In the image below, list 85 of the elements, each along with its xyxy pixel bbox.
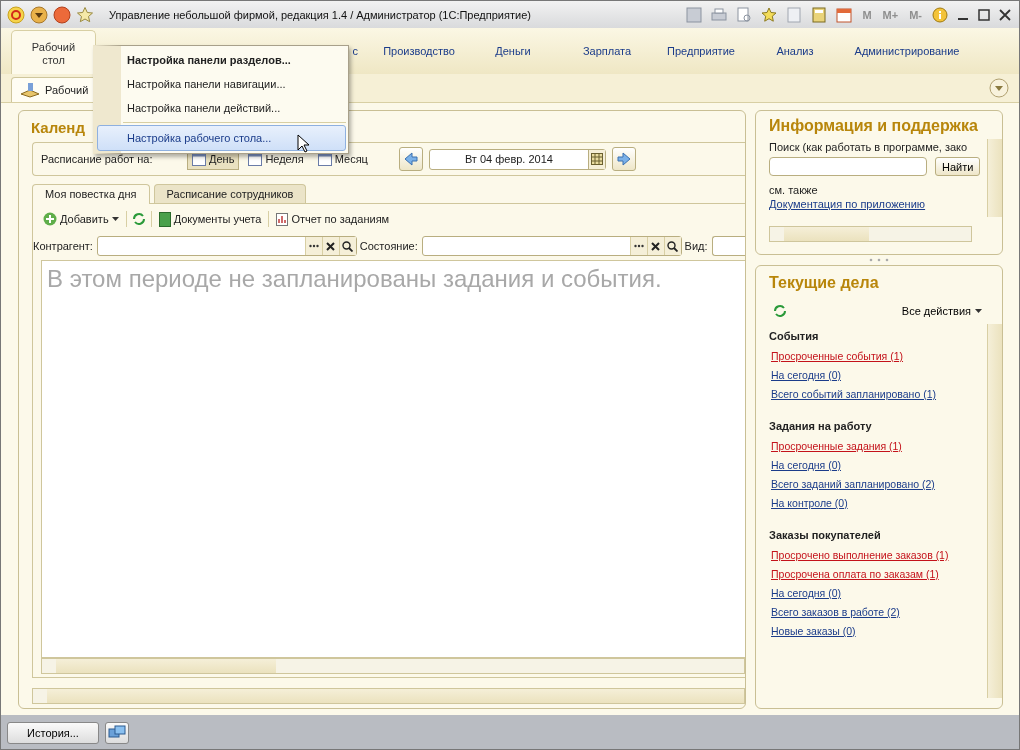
filter-field[interactable]: [421, 236, 682, 256]
app-logo-icon[interactable]: [7, 5, 25, 24]
panel-title: Текущие дела: [768, 273, 880, 293]
document-icon: [158, 211, 171, 227]
window-title: Управление небольшой фирмой, редакция 1.4 / Администратор (1С:Предприятие): [109, 8, 531, 21]
section-tab[interactable]: Рабочий стол: [11, 30, 96, 76]
panel-title: Информация и поддержка: [768, 116, 979, 136]
panel-title: Календ: [30, 118, 86, 138]
empty-message: В этом периоде не запланированы задания и события.: [46, 264, 663, 294]
task-link[interactable]: На сегодня (0): [769, 456, 987, 475]
see-also-label: см. также: [769, 183, 819, 198]
section-tab[interactable]: Деньги: [466, 28, 560, 74]
documentation-link[interactable]: Документация по приложению: [769, 198, 987, 211]
horizontal-scrollbar[interactable]: [769, 226, 972, 242]
add-button[interactable]: Добавить: [41, 212, 121, 226]
print-icon[interactable]: [709, 6, 730, 23]
documents-button[interactable]: Документы учета: [156, 211, 264, 227]
section-tab[interactable]: Анализ: [748, 28, 842, 74]
group-heading: Задания на работу: [769, 419, 873, 434]
task-link[interactable]: Всего заданий запланировано (2): [769, 475, 987, 494]
info-icon[interactable]: [930, 6, 950, 23]
calendar-picker-icon[interactable]: [587, 149, 605, 169]
task-link[interactable]: На контроле (0): [769, 494, 987, 513]
agenda-tab[interactable]: Расписание сотрудников: [153, 184, 307, 203]
section-tab[interactable]: Администрирование: [842, 28, 972, 74]
vertical-scrollbar[interactable]: [987, 139, 1002, 217]
close-icon[interactable]: [997, 8, 1013, 21]
plus-icon: [43, 212, 57, 226]
filter-field[interactable]: [711, 236, 745, 256]
group-heading: Заказы покупателей: [769, 528, 882, 543]
menu-item[interactable]: Настройка рабочего стола...: [97, 125, 346, 151]
left-arrow-icon: [403, 152, 418, 166]
report-button[interactable]: Отчет по заданиям: [274, 212, 392, 226]
menu-item[interactable]: Настройка панели навигации...: [123, 72, 346, 96]
section-tab[interactable]: Зарплата: [560, 28, 654, 74]
ellipsis-icon[interactable]: [629, 237, 647, 255]
search-field[interactable]: [769, 157, 927, 176]
search-label: Поиск (как работать в программе, зако: [769, 140, 969, 155]
task-link[interactable]: Новые заказы (0): [769, 622, 987, 641]
task-link[interactable]: Просрочено выполнение заказов (1): [769, 546, 987, 565]
caret-icon: [111, 217, 119, 221]
menu-item[interactable]: Настройка панели действий...: [123, 96, 346, 120]
monitors-icon: [108, 725, 126, 741]
close-circle-icon[interactable]: [53, 5, 71, 24]
maximize-icon[interactable]: [976, 8, 992, 21]
find-button[interactable]: Найти: [935, 157, 981, 176]
dropdown-circle-icon[interactable]: [30, 5, 48, 24]
date-field[interactable]: Вт 04 февр. 2014: [428, 148, 606, 170]
schedule-label: Расписание работ на:: [41, 153, 154, 165]
section-tab[interactable]: Производство: [372, 28, 466, 74]
task-link[interactable]: На сегодня (0): [769, 366, 987, 385]
desk-icon: [20, 82, 40, 98]
task-link[interactable]: Просроченные события (1): [769, 347, 987, 366]
refresh-icon[interactable]: [131, 212, 146, 226]
horizontal-scrollbar[interactable]: [32, 688, 745, 704]
task-link[interactable]: Всего заказов в работе (2): [769, 603, 987, 622]
caret-icon: [975, 309, 982, 313]
task-link[interactable]: Всего событий запланировано (1): [769, 385, 987, 404]
filter-label: Вид:: [684, 240, 708, 252]
agenda-tab[interactable]: Моя повестка дня: [32, 184, 150, 204]
star-icon[interactable]: [76, 5, 94, 24]
section-tab[interactable]: Предприятие: [654, 28, 748, 74]
mouse-cursor-icon: [297, 134, 311, 154]
task-link[interactable]: На сегодня (0): [769, 584, 987, 603]
group-heading: События: [769, 329, 820, 344]
filter-field[interactable]: [96, 236, 357, 256]
ellipsis-icon[interactable]: [304, 237, 322, 255]
collapse-icon[interactable]: [989, 78, 1009, 98]
menu-item[interactable]: Настройка панели разделов...: [123, 48, 346, 72]
history-button[interactable]: История...: [7, 722, 99, 744]
horizontal-scrollbar[interactable]: [41, 658, 745, 674]
task-link[interactable]: Просроченные задания (1): [769, 437, 987, 456]
task-link[interactable]: Просрочена оплата по заказам (1): [769, 565, 987, 584]
filter-label: Контрагент:: [33, 240, 93, 252]
previous-button[interactable]: [398, 147, 423, 171]
vertical-scrollbar[interactable]: [987, 324, 1002, 698]
filter-label: Состояние:: [359, 240, 418, 252]
save-icon[interactable]: [684, 6, 705, 23]
next-button[interactable]: [611, 147, 636, 171]
network-button[interactable]: [105, 722, 129, 744]
all-actions-button[interactable]: Все действия: [901, 305, 982, 317]
chart-icon: [276, 212, 289, 226]
calendar-icon[interactable]: [834, 6, 855, 23]
right-arrow-icon: [616, 152, 631, 166]
refresh-icon[interactable]: [773, 304, 787, 318]
